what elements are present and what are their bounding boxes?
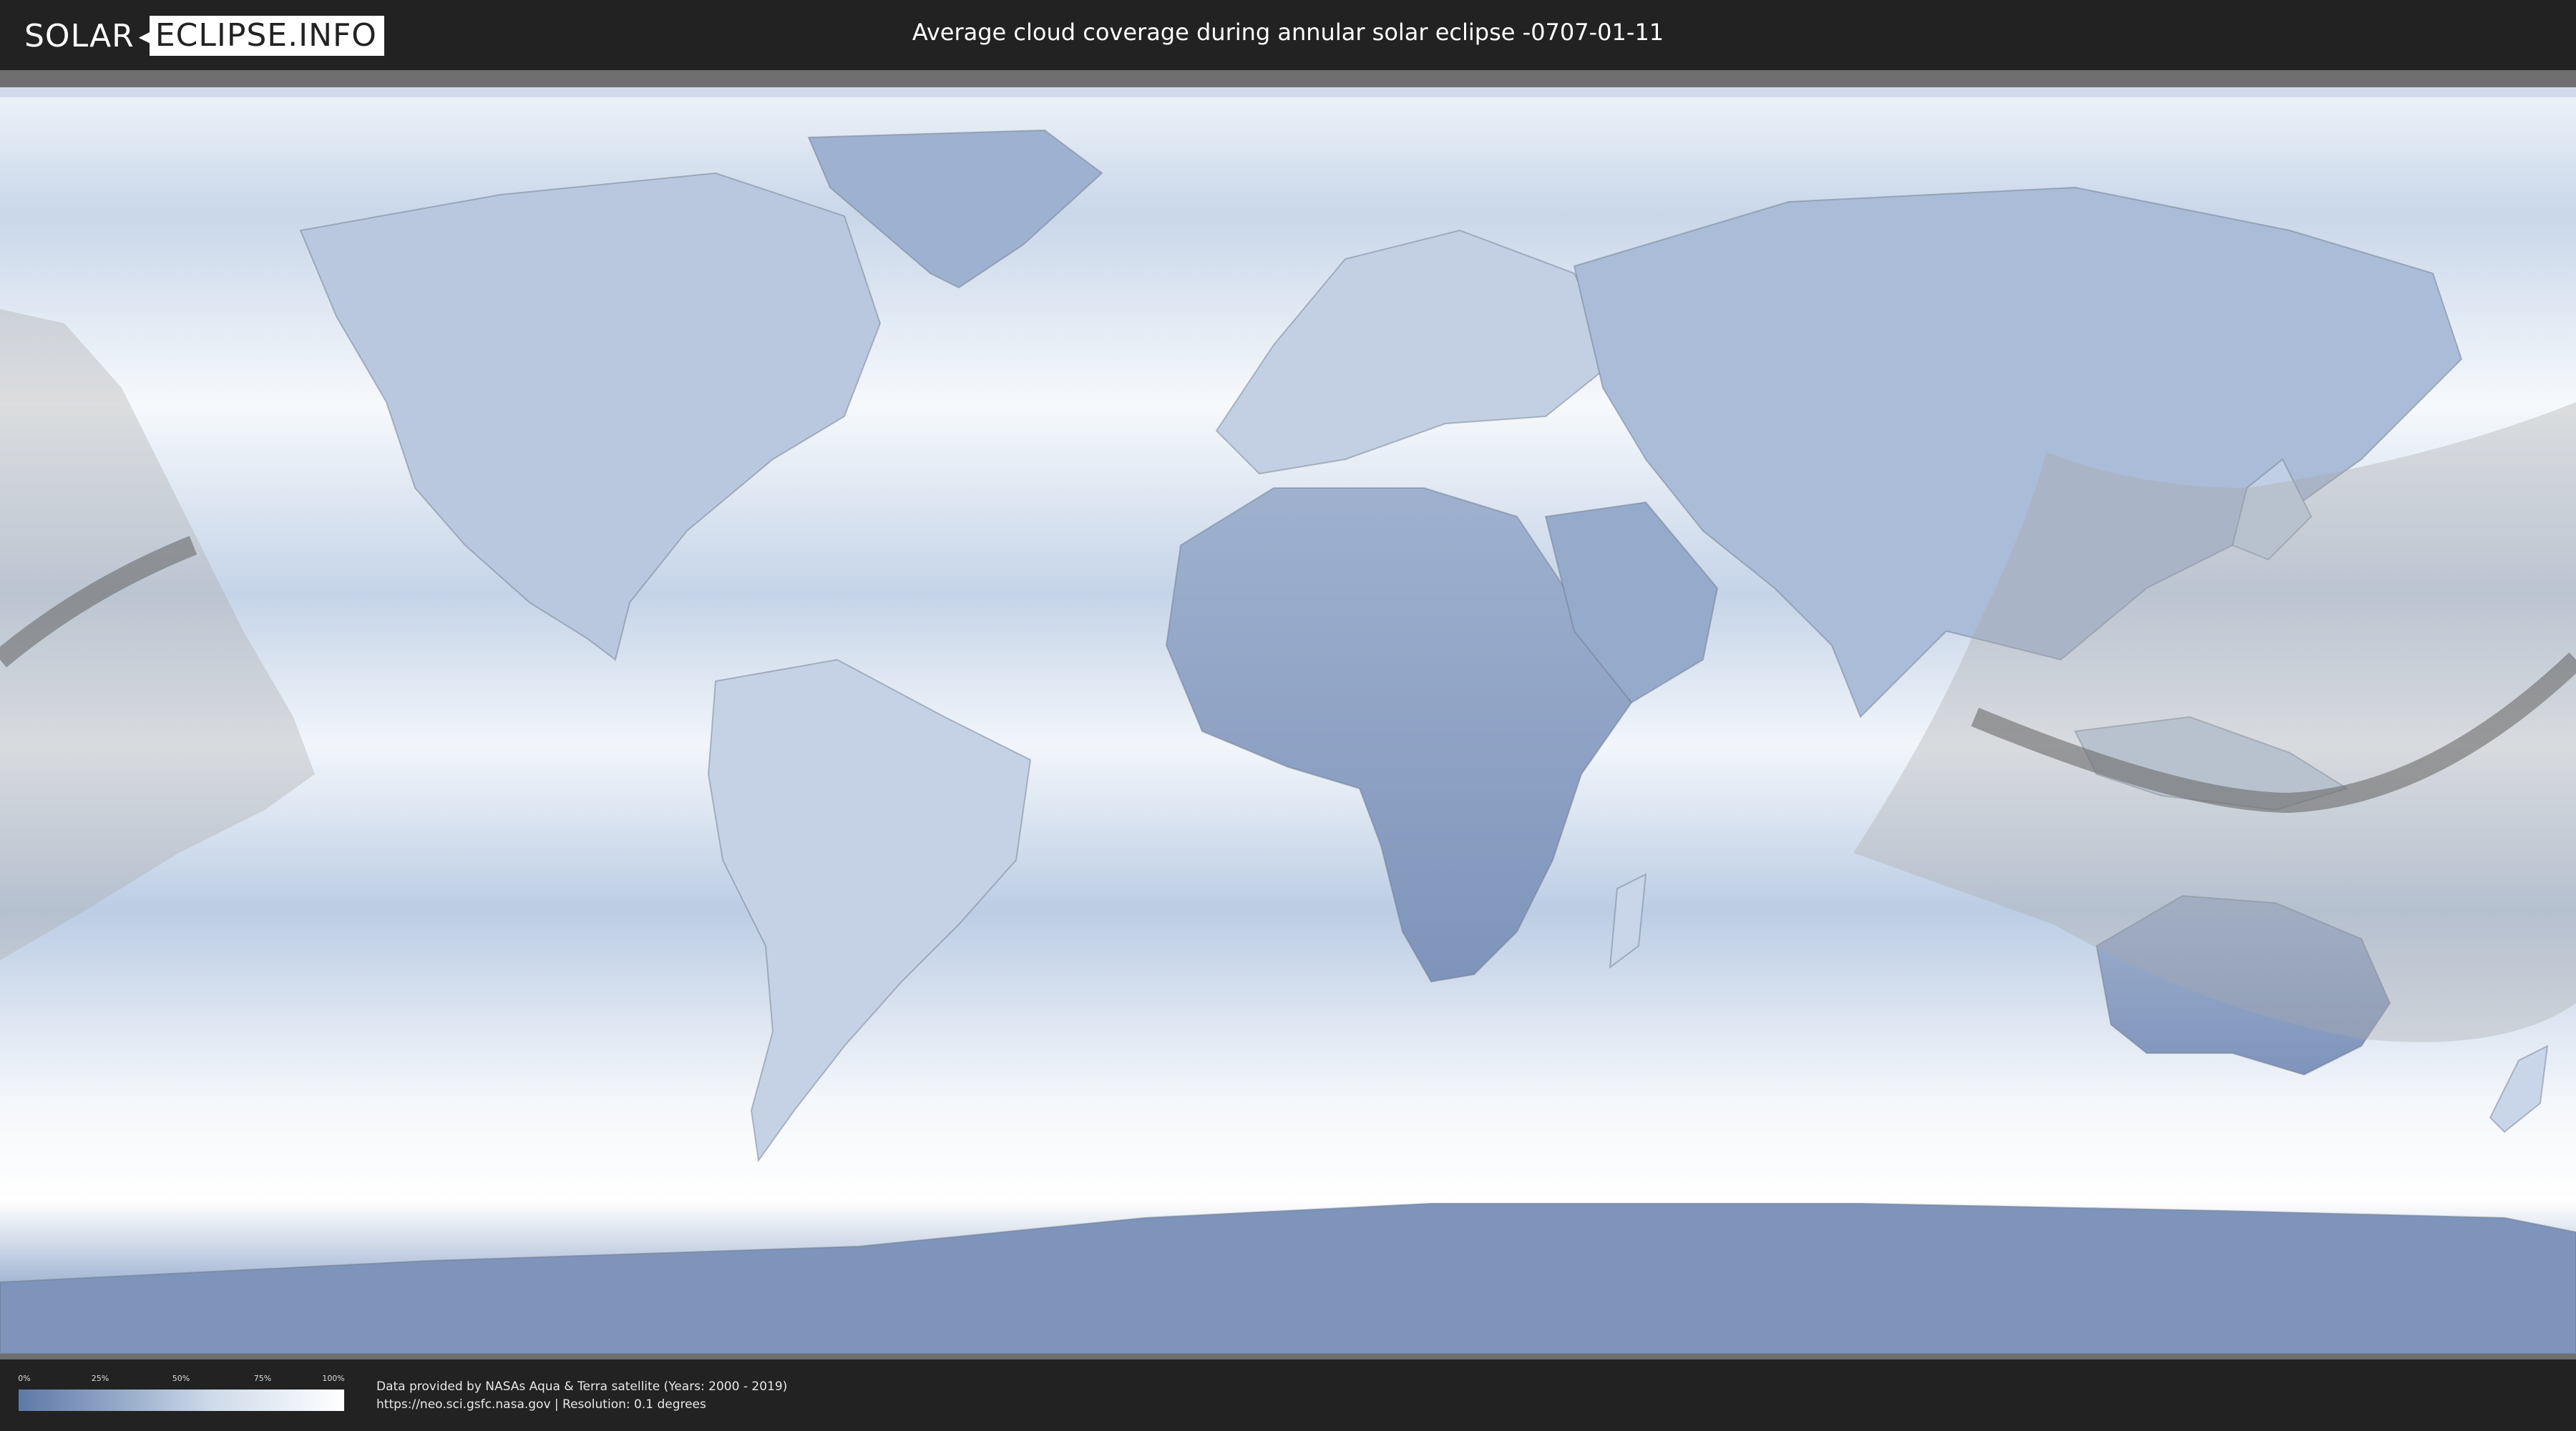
legend-tick: 100%	[322, 1374, 345, 1383]
credit-line-source: Data provided by NASAs Aqua & Terra sate…	[376, 1379, 788, 1394]
header-bar: SOLAR ◂ ECLIPSE.INFO Average cloud cover…	[0, 0, 2576, 70]
data-credits: Data provided by NASAs Aqua & Terra sate…	[376, 1378, 787, 1414]
cloud-coverage-map	[0, 87, 2576, 1354]
north-edge-band	[0, 87, 2576, 97]
legend-tick: 50%	[172, 1374, 190, 1383]
page-title: Average cloud coverage during annular so…	[912, 19, 1664, 46]
legend-gradient-bar	[19, 1390, 344, 1411]
legend-tick: 0%	[18, 1374, 31, 1383]
legend-ticks: 0% 25% 50% 75% 100%	[18, 1374, 345, 1388]
world-map-svg	[0, 87, 2576, 1354]
legend-tick: 25%	[91, 1374, 109, 1383]
legend-tick: 75%	[253, 1374, 272, 1383]
cloud-coverage-legend: 0% 25% 50% 75% 100%	[18, 1374, 345, 1414]
credit-line-url: https://neo.sci.gsfc.nasa.gov | Resoluti…	[376, 1397, 706, 1412]
